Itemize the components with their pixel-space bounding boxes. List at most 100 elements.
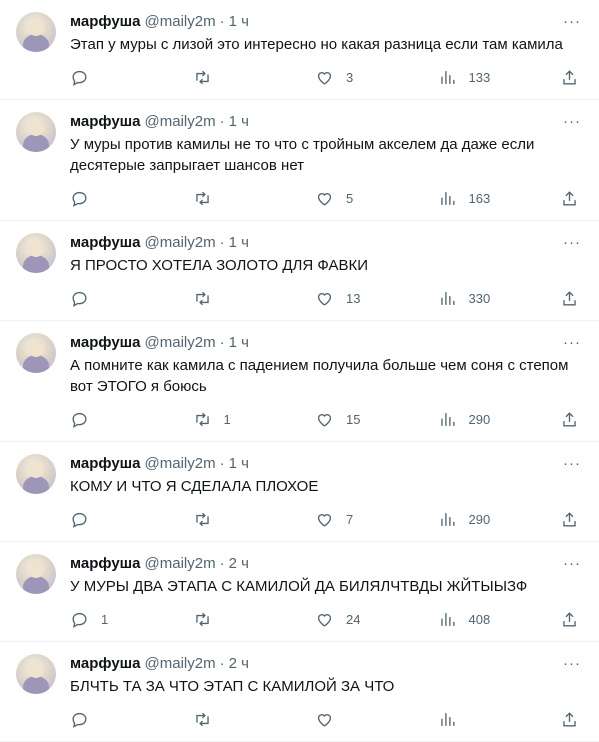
reply-button[interactable]	[70, 410, 150, 429]
tweet-text: КОМУ И ЧТО Я СДЕЛАЛА ПЛОХОЕ	[70, 478, 319, 495]
avatar[interactable]	[16, 654, 56, 694]
view-count: 290	[468, 411, 491, 427]
author-handle[interactable]: @maily2m	[145, 233, 216, 253]
share-button[interactable]	[560, 289, 579, 308]
more-options-button[interactable]: ···	[563, 233, 581, 253]
author-name[interactable]: марфуша	[70, 654, 141, 674]
timestamp[interactable]: 1 ч	[229, 112, 249, 132]
author-name[interactable]: марфуша	[70, 554, 141, 574]
views-button[interactable]: 163	[438, 189, 518, 208]
timeline-feed: марфуша @maily2m · 1 ч Этап у муры с лиз…	[0, 0, 599, 742]
share-button[interactable]	[560, 710, 579, 729]
share-button[interactable]	[560, 510, 579, 529]
more-options-button[interactable]: ···	[563, 554, 581, 574]
author-name[interactable]: марфуша	[70, 333, 141, 353]
timestamp[interactable]: 2 ч	[229, 554, 249, 574]
action-bar: 13 330	[70, 288, 583, 308]
tweet[interactable]: марфуша @maily2m · 2 ч У МУРЫ ДВА ЭТАПА …	[0, 542, 599, 642]
reply-icon	[72, 612, 87, 628]
tweet[interactable]: марфуша @maily2m · 1 ч А помните как кам…	[0, 321, 599, 442]
author-name[interactable]: марфуша	[70, 233, 141, 253]
retweet-button[interactable]	[193, 68, 273, 87]
like-button[interactable]: 13	[315, 289, 395, 308]
reply-button[interactable]: 1	[70, 610, 150, 629]
like-button[interactable]: 5	[315, 189, 395, 208]
more-options-button[interactable]: ···	[563, 654, 581, 674]
separator-dot: ·	[219, 113, 225, 130]
views-button[interactable]: 408	[438, 610, 518, 629]
tweet-header: марфуша @maily2m · 2 ч	[70, 654, 583, 674]
views-button[interactable]: 330	[438, 289, 518, 308]
like-button[interactable]: 24	[315, 610, 395, 629]
retweet-button[interactable]: 1	[193, 410, 273, 429]
share-button[interactable]	[560, 68, 579, 87]
avatar[interactable]	[16, 12, 56, 52]
author-handle[interactable]: @maily2m	[145, 654, 216, 674]
author-name[interactable]: марфуша	[70, 12, 141, 32]
reply-button[interactable]	[70, 289, 150, 308]
views-button[interactable]	[438, 710, 518, 729]
retweet-button[interactable]	[193, 610, 273, 629]
heart-icon	[317, 71, 332, 85]
timestamp[interactable]: 1 ч	[229, 233, 249, 253]
avatar[interactable]	[16, 333, 56, 373]
more-options-button[interactable]: ···	[563, 12, 581, 32]
retweet-button[interactable]	[193, 510, 273, 529]
share-button[interactable]	[560, 189, 579, 208]
retweet-button[interactable]	[193, 710, 273, 729]
reply-button[interactable]	[70, 710, 150, 729]
action-bar: 1 15 290	[70, 409, 583, 429]
share-button[interactable]	[560, 410, 579, 429]
timestamp[interactable]: 2 ч	[229, 654, 249, 674]
like-button[interactable]: 7	[315, 510, 395, 529]
retweet-button[interactable]	[193, 189, 273, 208]
tweet-text: А помните как камила с падением получила…	[70, 357, 573, 395]
author-name[interactable]: марфуша	[70, 454, 141, 474]
action-bar: 5 163	[70, 188, 583, 208]
author-handle[interactable]: @maily2m	[145, 12, 216, 32]
like-count: 15	[346, 411, 361, 427]
action-bar	[70, 709, 583, 729]
tweet[interactable]: марфуша @maily2m · 2 ч БЛЧТЬ ТА ЗА ЧТО Э…	[0, 642, 599, 742]
share-button[interactable]	[560, 610, 579, 629]
retweet-button[interactable]	[193, 289, 273, 308]
reply-button[interactable]	[70, 510, 150, 529]
more-options-button[interactable]: ···	[563, 454, 581, 474]
reply-button[interactable]	[70, 189, 150, 208]
timestamp[interactable]: 1 ч	[229, 12, 249, 32]
views-button[interactable]: 290	[438, 510, 518, 529]
avatar[interactable]	[16, 233, 56, 273]
timestamp[interactable]: 1 ч	[229, 333, 249, 353]
author-handle[interactable]: @maily2m	[145, 333, 216, 353]
share-icon	[563, 290, 576, 306]
tweet[interactable]: марфуша @maily2m · 1 ч Я ПРОСТО ХОТЕЛА З…	[0, 221, 599, 321]
avatar[interactable]	[16, 454, 56, 494]
like-button[interactable]	[315, 710, 395, 729]
like-button[interactable]: 3	[315, 68, 395, 87]
views-button[interactable]: 133	[438, 68, 518, 87]
share-icon	[563, 190, 576, 206]
like-count: 3	[346, 69, 354, 85]
more-options-button[interactable]: ···	[563, 112, 581, 132]
avatar[interactable]	[16, 554, 56, 594]
like-button[interactable]: 15	[315, 410, 395, 429]
share-icon	[563, 69, 576, 85]
author-name[interactable]: марфуша	[70, 112, 141, 132]
tweet-text: У МУРЫ ДВА ЭТАПА С КАМИЛОЙ ДА БИЛЯЛЧТВДЫ…	[70, 578, 528, 595]
timestamp[interactable]: 1 ч	[229, 454, 249, 474]
tweet[interactable]: марфуша @maily2m · 1 ч КОМУ И ЧТО Я СДЕЛ…	[0, 442, 599, 542]
tweet[interactable]: марфуша @maily2m · 1 ч У муры против кам…	[0, 100, 599, 221]
reply-count: 1	[101, 611, 109, 627]
tweet[interactable]: марфуша @maily2m · 1 ч Этап у муры с лиз…	[0, 0, 599, 100]
heart-icon	[317, 513, 332, 527]
author-handle[interactable]: @maily2m	[145, 554, 216, 574]
more-options-button[interactable]: ···	[563, 333, 581, 353]
author-handle[interactable]: @maily2m	[145, 454, 216, 474]
avatar[interactable]	[16, 112, 56, 152]
tweet-header: марфуша @maily2m · 1 ч	[70, 333, 583, 353]
author-handle[interactable]: @maily2m	[145, 112, 216, 132]
share-icon	[563, 711, 576, 727]
retweet-icon	[195, 70, 209, 84]
views-button[interactable]: 290	[438, 410, 518, 429]
reply-button[interactable]	[70, 68, 150, 87]
